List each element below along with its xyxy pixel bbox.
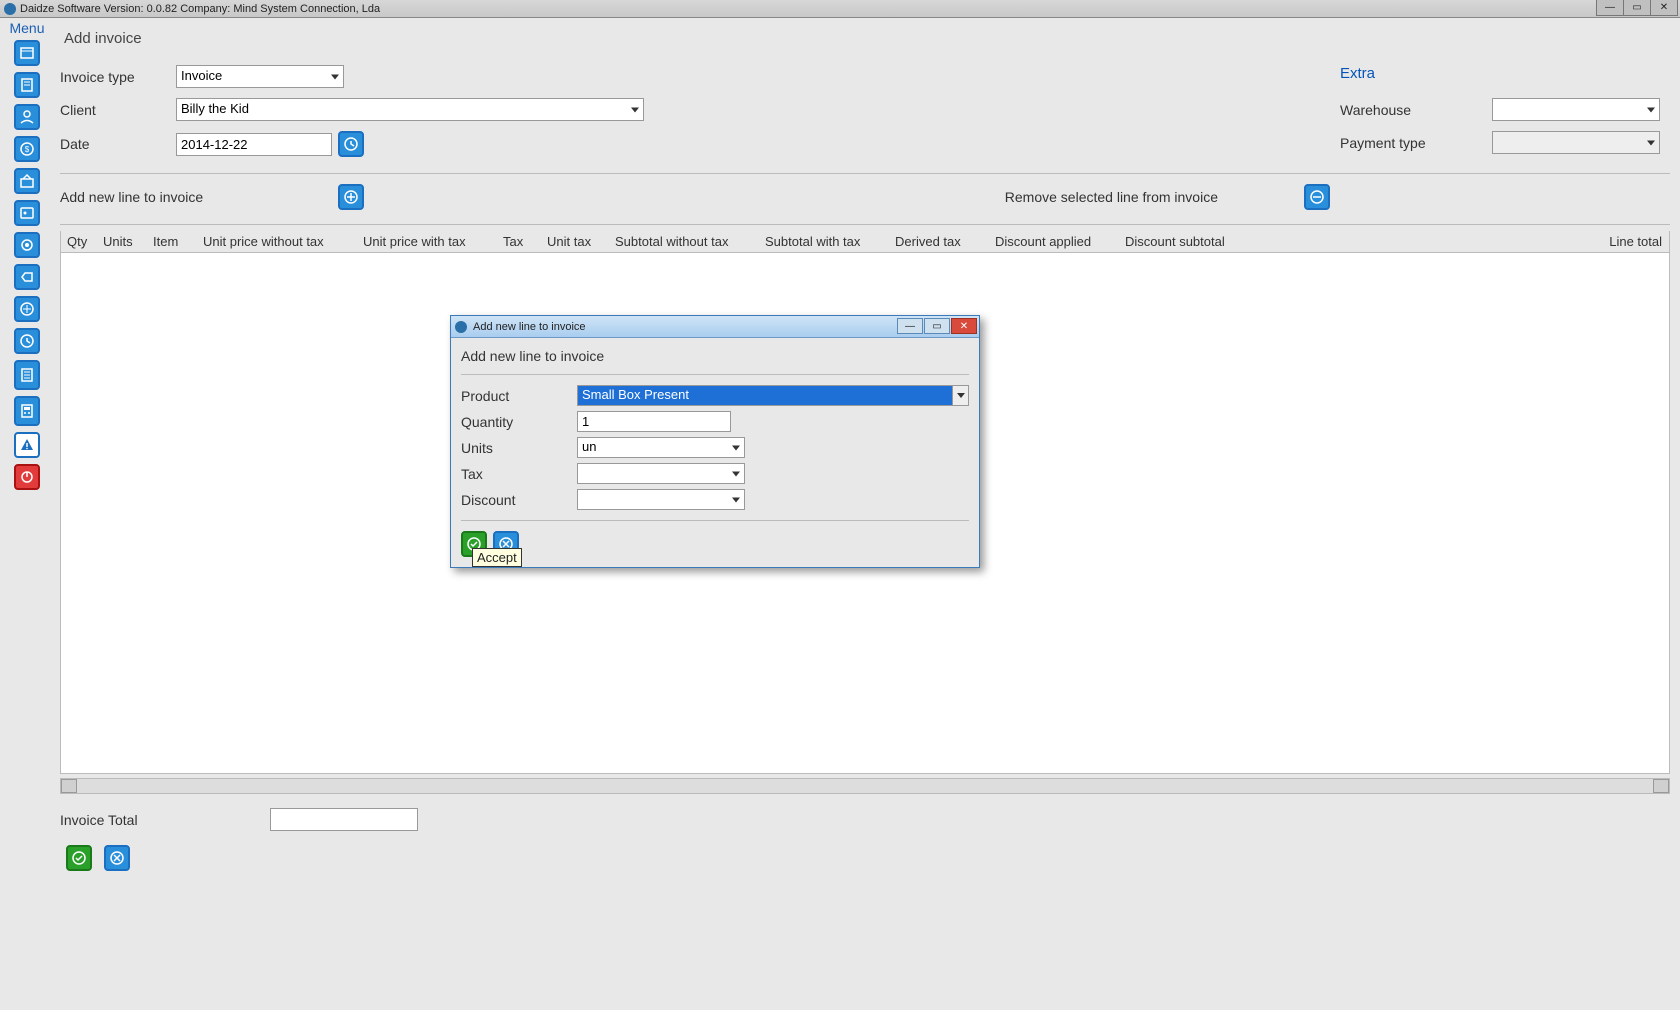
sidebar-btn-6[interactable] bbox=[14, 200, 40, 226]
sidebar-btn-warning[interactable] bbox=[14, 432, 40, 458]
col-discount-applied[interactable]: Discount applied bbox=[989, 234, 1119, 249]
chevron-down-icon bbox=[1647, 107, 1655, 112]
quantity-label: Quantity bbox=[461, 414, 577, 430]
col-unit-tax[interactable]: Unit tax bbox=[541, 234, 609, 249]
dialog-maximize-button[interactable]: ▭ bbox=[924, 318, 950, 334]
col-subtotal-no-tax[interactable]: Subtotal without tax bbox=[609, 234, 759, 249]
units-label: Units bbox=[461, 440, 577, 456]
sidebar-btn-1[interactable] bbox=[14, 40, 40, 66]
payment-type-label: Payment type bbox=[1340, 135, 1492, 151]
quantity-input[interactable] bbox=[577, 411, 731, 432]
invoice-type-select[interactable]: Invoice bbox=[176, 65, 344, 88]
sidebar-btn-2[interactable] bbox=[14, 72, 40, 98]
chevron-down-icon bbox=[952, 386, 968, 405]
main-content: Add invoice Invoice type Invoice Client … bbox=[54, 18, 1680, 1010]
menu-heading: Menu bbox=[9, 20, 44, 36]
client-label: Client bbox=[60, 102, 176, 118]
col-unit-price-no-tax[interactable]: Unit price without tax bbox=[197, 234, 357, 249]
tax-select[interactable] bbox=[577, 463, 745, 484]
chevron-down-icon bbox=[732, 497, 740, 502]
client-select[interactable]: Billy the Kid bbox=[176, 98, 644, 121]
sidebar-btn-7[interactable] bbox=[14, 232, 40, 258]
scroll-right-arrow[interactable] bbox=[1653, 779, 1669, 793]
date-input[interactable] bbox=[176, 133, 332, 156]
extra-heading: Extra bbox=[1340, 65, 1670, 82]
warehouse-select[interactable] bbox=[1492, 98, 1660, 121]
invoice-total-label: Invoice Total bbox=[60, 812, 250, 828]
sidebar-btn-11[interactable] bbox=[14, 360, 40, 390]
accept-invoice-button[interactable] bbox=[66, 845, 92, 871]
date-picker-button[interactable] bbox=[338, 131, 364, 157]
minimize-button[interactable]: — bbox=[1596, 0, 1624, 16]
dialog-icon bbox=[455, 321, 467, 333]
col-unit-price-tax[interactable]: Unit price with tax bbox=[357, 234, 497, 249]
col-subtotal-tax[interactable]: Subtotal with tax bbox=[759, 234, 889, 249]
dialog-minimize-button[interactable]: — bbox=[897, 318, 923, 334]
page-title: Add invoice bbox=[64, 30, 1670, 47]
col-qty[interactable]: Qty bbox=[61, 234, 97, 249]
add-line-button[interactable] bbox=[338, 184, 364, 210]
units-select[interactable]: un bbox=[577, 437, 745, 458]
sidebar-btn-9[interactable] bbox=[14, 296, 40, 322]
horizontal-scrollbar[interactable] bbox=[60, 778, 1670, 794]
chevron-down-icon bbox=[331, 74, 339, 79]
remove-line-label: Remove selected line from invoice bbox=[1005, 189, 1218, 205]
sidebar-btn-4[interactable]: $ bbox=[14, 136, 40, 162]
scroll-left-arrow[interactable] bbox=[61, 779, 77, 793]
tax-label: Tax bbox=[461, 466, 577, 482]
maximize-button[interactable]: ▭ bbox=[1623, 0, 1651, 16]
col-line-total[interactable]: Line total bbox=[1259, 234, 1669, 249]
col-discount-subtotal[interactable]: Discount subtotal bbox=[1119, 234, 1259, 249]
invoice-type-label: Invoice type bbox=[60, 69, 176, 85]
add-line-label: Add new line to invoice bbox=[60, 189, 332, 205]
date-label: Date bbox=[60, 136, 176, 152]
window-titlebar: Daidze Software Version: 0.0.82 Company:… bbox=[0, 0, 1680, 18]
close-button[interactable]: ✕ bbox=[1650, 0, 1678, 16]
payment-type-select[interactable] bbox=[1492, 131, 1660, 154]
sidebar: Menu $ bbox=[0, 18, 54, 1010]
sidebar-btn-5[interactable] bbox=[14, 168, 40, 194]
col-item[interactable]: Item bbox=[147, 234, 197, 249]
col-units[interactable]: Units bbox=[97, 234, 147, 249]
col-derived-tax[interactable]: Derived tax bbox=[889, 234, 989, 249]
app-icon bbox=[4, 3, 16, 15]
product-label: Product bbox=[461, 388, 577, 404]
product-select[interactable]: Small Box Present bbox=[577, 385, 969, 406]
sidebar-btn-8[interactable] bbox=[14, 264, 40, 290]
dialog-titlebar: Add new line to invoice — ▭ ✕ bbox=[451, 316, 979, 338]
scroll-track[interactable] bbox=[77, 779, 1653, 793]
dialog-section-title: Add new line to invoice bbox=[461, 348, 969, 375]
sidebar-btn-10[interactable] bbox=[14, 328, 40, 354]
invoice-total-input[interactable] bbox=[270, 808, 418, 831]
discount-label: Discount bbox=[461, 492, 577, 508]
sidebar-btn-power[interactable] bbox=[14, 464, 40, 490]
discount-select[interactable] bbox=[577, 489, 745, 510]
warehouse-label: Warehouse bbox=[1340, 102, 1492, 118]
sidebar-btn-12[interactable] bbox=[14, 396, 40, 426]
chevron-down-icon bbox=[1647, 140, 1655, 145]
cancel-invoice-button[interactable] bbox=[104, 845, 130, 871]
chevron-down-icon bbox=[732, 445, 740, 450]
remove-line-button[interactable] bbox=[1304, 184, 1330, 210]
svg-text:$: $ bbox=[25, 145, 30, 154]
add-line-dialog: Add new line to invoice — ▭ ✕ Add new li… bbox=[450, 315, 980, 568]
window-title: Daidze Software Version: 0.0.82 Company:… bbox=[20, 3, 380, 15]
dialog-close-button[interactable]: ✕ bbox=[951, 318, 977, 334]
col-tax[interactable]: Tax bbox=[497, 234, 541, 249]
chevron-down-icon bbox=[631, 107, 639, 112]
accept-tooltip: Accept bbox=[472, 548, 522, 567]
dialog-title-text: Add new line to invoice bbox=[473, 321, 586, 333]
sidebar-btn-3[interactable] bbox=[14, 104, 40, 130]
chevron-down-icon bbox=[732, 471, 740, 476]
